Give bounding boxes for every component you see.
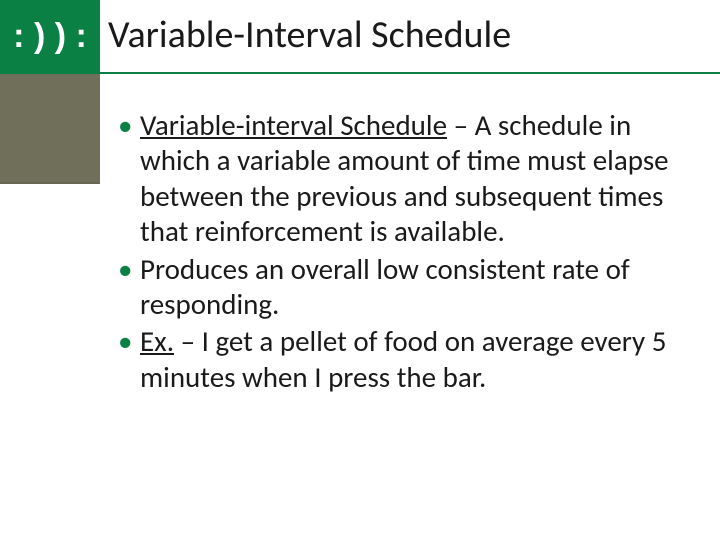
bullet-term: Ex.: [140, 323, 174, 359]
list-item: Variable-interval Schedule – A schedule …: [118, 108, 703, 250]
side-accent-block: [0, 74, 100, 184]
list-item: Ex. – I get a pellet of food on average …: [118, 324, 703, 395]
bullet-term: Variable-interval Schedule: [140, 107, 447, 143]
page-title: Variable-Interval Schedule: [108, 12, 511, 58]
bullet-text: I get a pellet of food on average every …: [140, 323, 666, 394]
bullet-text: Produces an overall low consistent rate …: [140, 251, 630, 322]
logo-text: : ) ) :: [13, 17, 87, 56]
list-item: Produces an overall low consistent rate …: [118, 252, 703, 323]
logo-block: : ) ) :: [0, 0, 100, 72]
title-divider: [0, 72, 720, 74]
bullet-sep: –: [174, 323, 202, 359]
content-area: Variable-interval Schedule – A schedule …: [118, 108, 703, 397]
bullet-sep: –: [447, 107, 475, 143]
